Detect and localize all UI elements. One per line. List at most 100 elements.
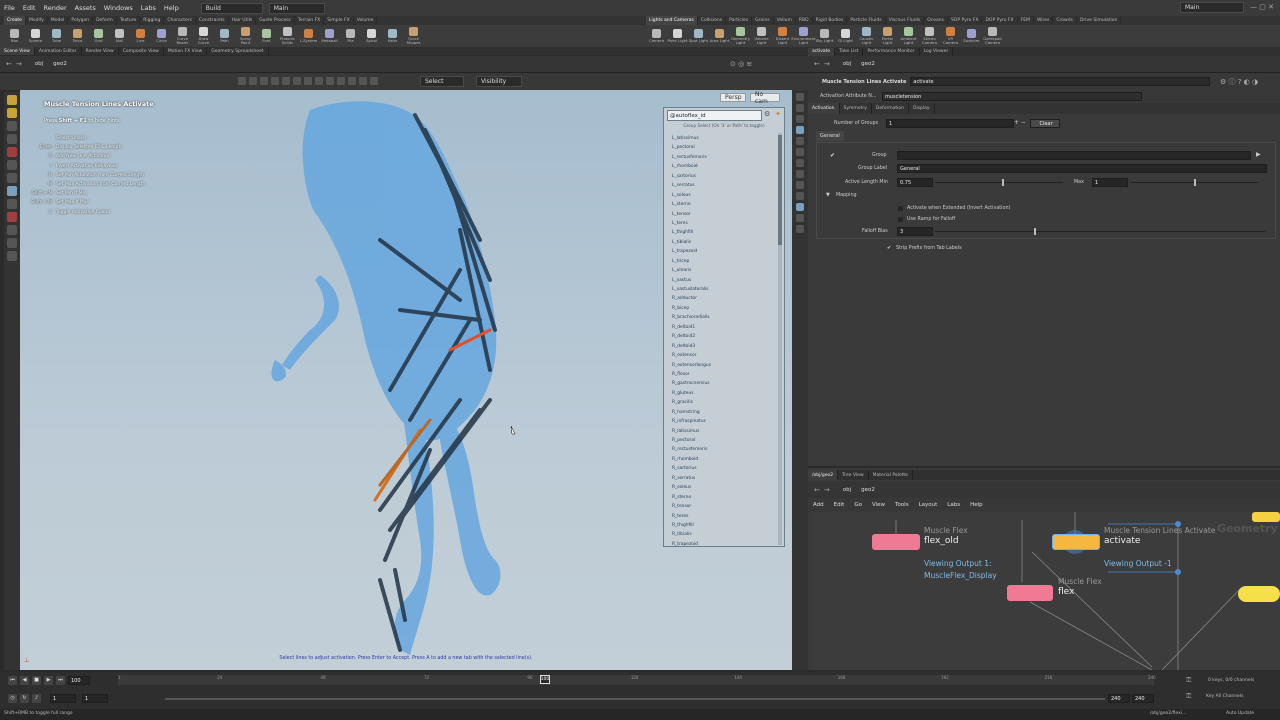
- shelf-tab-viscous-fluids[interactable]: Viscous Fluids: [886, 16, 925, 25]
- group-item[interactable]: L_latissimus: [672, 134, 772, 143]
- mapping-label[interactable]: Mapping: [836, 193, 857, 198]
- node-output[interactable]: [1238, 586, 1280, 602]
- max-slider-thumb[interactable]: [1194, 179, 1196, 186]
- tool-platonic-solids[interactable]: Platonic Solids: [277, 25, 298, 47]
- group-item[interactable]: R_deltoid2: [672, 332, 772, 341]
- tool-volume-light[interactable]: Volume Light: [751, 25, 772, 47]
- path-obj[interactable]: obj: [30, 56, 48, 73]
- tool-gi-light[interactable]: GI Light: [835, 25, 856, 47]
- move-tool-icon[interactable]: [7, 121, 17, 131]
- select-mode-icon[interactable]: [237, 77, 246, 85]
- network-menu-labs[interactable]: Labs: [942, 502, 965, 508]
- falloff-slider-thumb[interactable]: [1034, 228, 1036, 235]
- tool-spiral[interactable]: Spiral: [361, 25, 382, 47]
- network-editor[interactable]: Geometry Muscle Flex flex_old Viewing Ou…: [812, 512, 1280, 670]
- tool-grid[interactable]: Grid: [88, 25, 109, 47]
- clear-button[interactable]: Clear: [1030, 119, 1060, 128]
- tool-geometry-light[interactable]: Geometry Light: [730, 25, 751, 47]
- group-list-scroll-thumb[interactable]: [778, 135, 782, 245]
- network-menu-layout[interactable]: Layout: [914, 502, 943, 508]
- group-item[interactable]: R_brachioradialis: [672, 313, 772, 322]
- activate-extended-check[interactable]: [898, 206, 903, 211]
- shelf-tab-drive-simulation[interactable]: Drive Simulation: [1077, 16, 1122, 25]
- pane-tab-take-list[interactable]: Take List: [835, 47, 864, 56]
- lighting-icon[interactable]: [796, 203, 804, 211]
- pose-tool-icon[interactable]: [7, 173, 17, 183]
- tool-circle[interactable]: Circle: [151, 25, 172, 47]
- key-all-icon[interactable]: ⚿: [1186, 692, 1191, 701]
- timeline-bar[interactable]: 1 24 48 72 96 120 144 168 192 216 240: [118, 675, 1156, 685]
- camera-frame-icon[interactable]: [796, 225, 804, 233]
- group-item[interactable]: R_rhomboid: [672, 455, 772, 464]
- group-item[interactable]: R_infraspinatus: [672, 417, 772, 426]
- points-icon[interactable]: [796, 148, 804, 156]
- params-gear-icon[interactable]: ⚙ ⓘ ? ◐ ◑: [1220, 77, 1258, 87]
- group-item[interactable]: L_tibialis: [672, 238, 772, 247]
- end-frame-field[interactable]: 240: [1108, 694, 1130, 703]
- tool-switcher[interactable]: Switcher: [961, 25, 982, 47]
- shelf-tab-dop-pyro-fx[interactable]: DOP Pyro FX: [982, 16, 1018, 25]
- shelf-tab-simple-fx[interactable]: Simple FX: [324, 16, 354, 25]
- main-dropdown[interactable]: Main: [268, 2, 325, 14]
- shelf-tab-sop-pyro-fx[interactable]: SOP Pyro FX: [948, 16, 983, 25]
- shelf-tab-fem[interactable]: FEM: [1018, 16, 1034, 25]
- network-menu-add[interactable]: Add: [808, 502, 829, 508]
- tool-quick-shapes[interactable]: Quick Shapes: [403, 25, 424, 47]
- group-item[interactable]: L_soleus: [672, 191, 772, 200]
- strip-prefix-check[interactable]: ✔: [887, 245, 891, 251]
- group-item[interactable]: R_flexor: [672, 370, 772, 379]
- params-forward-icon[interactable]: →: [824, 60, 830, 68]
- group-item[interactable]: L_tricep: [672, 257, 772, 266]
- node-activate-name[interactable]: activate: [1104, 536, 1140, 546]
- view-tool-icon[interactable]: [7, 186, 17, 196]
- connected-icon[interactable]: [358, 77, 367, 85]
- tool-vr-camera[interactable]: VR Camera: [940, 25, 961, 47]
- active-min-slider-thumb[interactable]: [1001, 179, 1004, 186]
- tool-point-light[interactable]: Point Light: [667, 25, 688, 47]
- jump-end-icon[interactable]: ⏭: [56, 676, 65, 685]
- tool-ambient-light[interactable]: Ambient Light: [898, 25, 919, 47]
- pane-tab-composite-view[interactable]: Composite View: [119, 47, 164, 55]
- shelf-tab-characters[interactable]: Characters: [164, 16, 196, 25]
- laser-select-icon[interactable]: [314, 77, 323, 85]
- range-slider[interactable]: [165, 698, 1105, 700]
- group-item[interactable]: R_bicep: [672, 304, 772, 313]
- rotate-tool-icon[interactable]: [7, 134, 17, 144]
- shading-icon[interactable]: [796, 126, 804, 134]
- tool-spray-paint[interactable]: Spray Paint: [235, 25, 256, 47]
- tool-portal-light[interactable]: Portal Light: [877, 25, 898, 47]
- pane-tab-animation-editor[interactable]: Animation Editor: [35, 47, 82, 55]
- key-all-label[interactable]: Key All Channels: [1206, 694, 1243, 699]
- tool-path[interactable]: Path: [214, 25, 235, 47]
- record-icon[interactable]: [7, 212, 17, 222]
- group-item[interactable]: L_vastuslateralis: [672, 285, 772, 294]
- shelf-tab-terrain-fx[interactable]: Terrain FX: [295, 16, 325, 25]
- shelf-tab-particles[interactable]: Particles: [726, 16, 753, 25]
- back-icon[interactable]: ←: [6, 60, 12, 68]
- contained-icon[interactable]: [336, 77, 345, 85]
- pane-tab-performance-monitor[interactable]: Performance Monitor: [863, 47, 920, 56]
- tool-file[interactable]: File: [340, 25, 361, 47]
- normals-icon[interactable]: [796, 159, 804, 167]
- camera-dropdown[interactable]: No cam: [750, 91, 780, 105]
- shelf-tab-volume[interactable]: Volume: [354, 16, 378, 25]
- menu-file[interactable]: File: [0, 4, 19, 12]
- shelf-tab-hair-utils[interactable]: Hair Utils: [229, 16, 257, 25]
- group-item[interactable]: L_trapezoid: [672, 247, 772, 256]
- network-menu-go[interactable]: Go: [849, 502, 867, 508]
- magnet-icon[interactable]: [7, 199, 17, 209]
- shelf-tab-particle-fluids[interactable]: Particle Fluids: [847, 16, 886, 25]
- network-path-obj[interactable]: obj: [838, 481, 856, 498]
- guide-icon[interactable]: [796, 170, 804, 178]
- group-item[interactable]: R_serratus: [672, 474, 772, 483]
- use-ramp-check[interactable]: [898, 217, 903, 222]
- tool-environment-light[interactable]: Environment Light: [791, 25, 816, 47]
- group-item[interactable]: R_gluteus: [672, 389, 772, 398]
- menu-edit[interactable]: Edit: [19, 4, 40, 12]
- visible-only-icon[interactable]: [325, 77, 334, 85]
- tool-camera[interactable]: Camera: [646, 25, 667, 47]
- group-item[interactable]: R_extensor: [672, 351, 772, 360]
- subtab-general[interactable]: General: [816, 131, 844, 141]
- group-field[interactable]: [897, 151, 1251, 160]
- group-item[interactable]: L_tensor: [672, 210, 772, 219]
